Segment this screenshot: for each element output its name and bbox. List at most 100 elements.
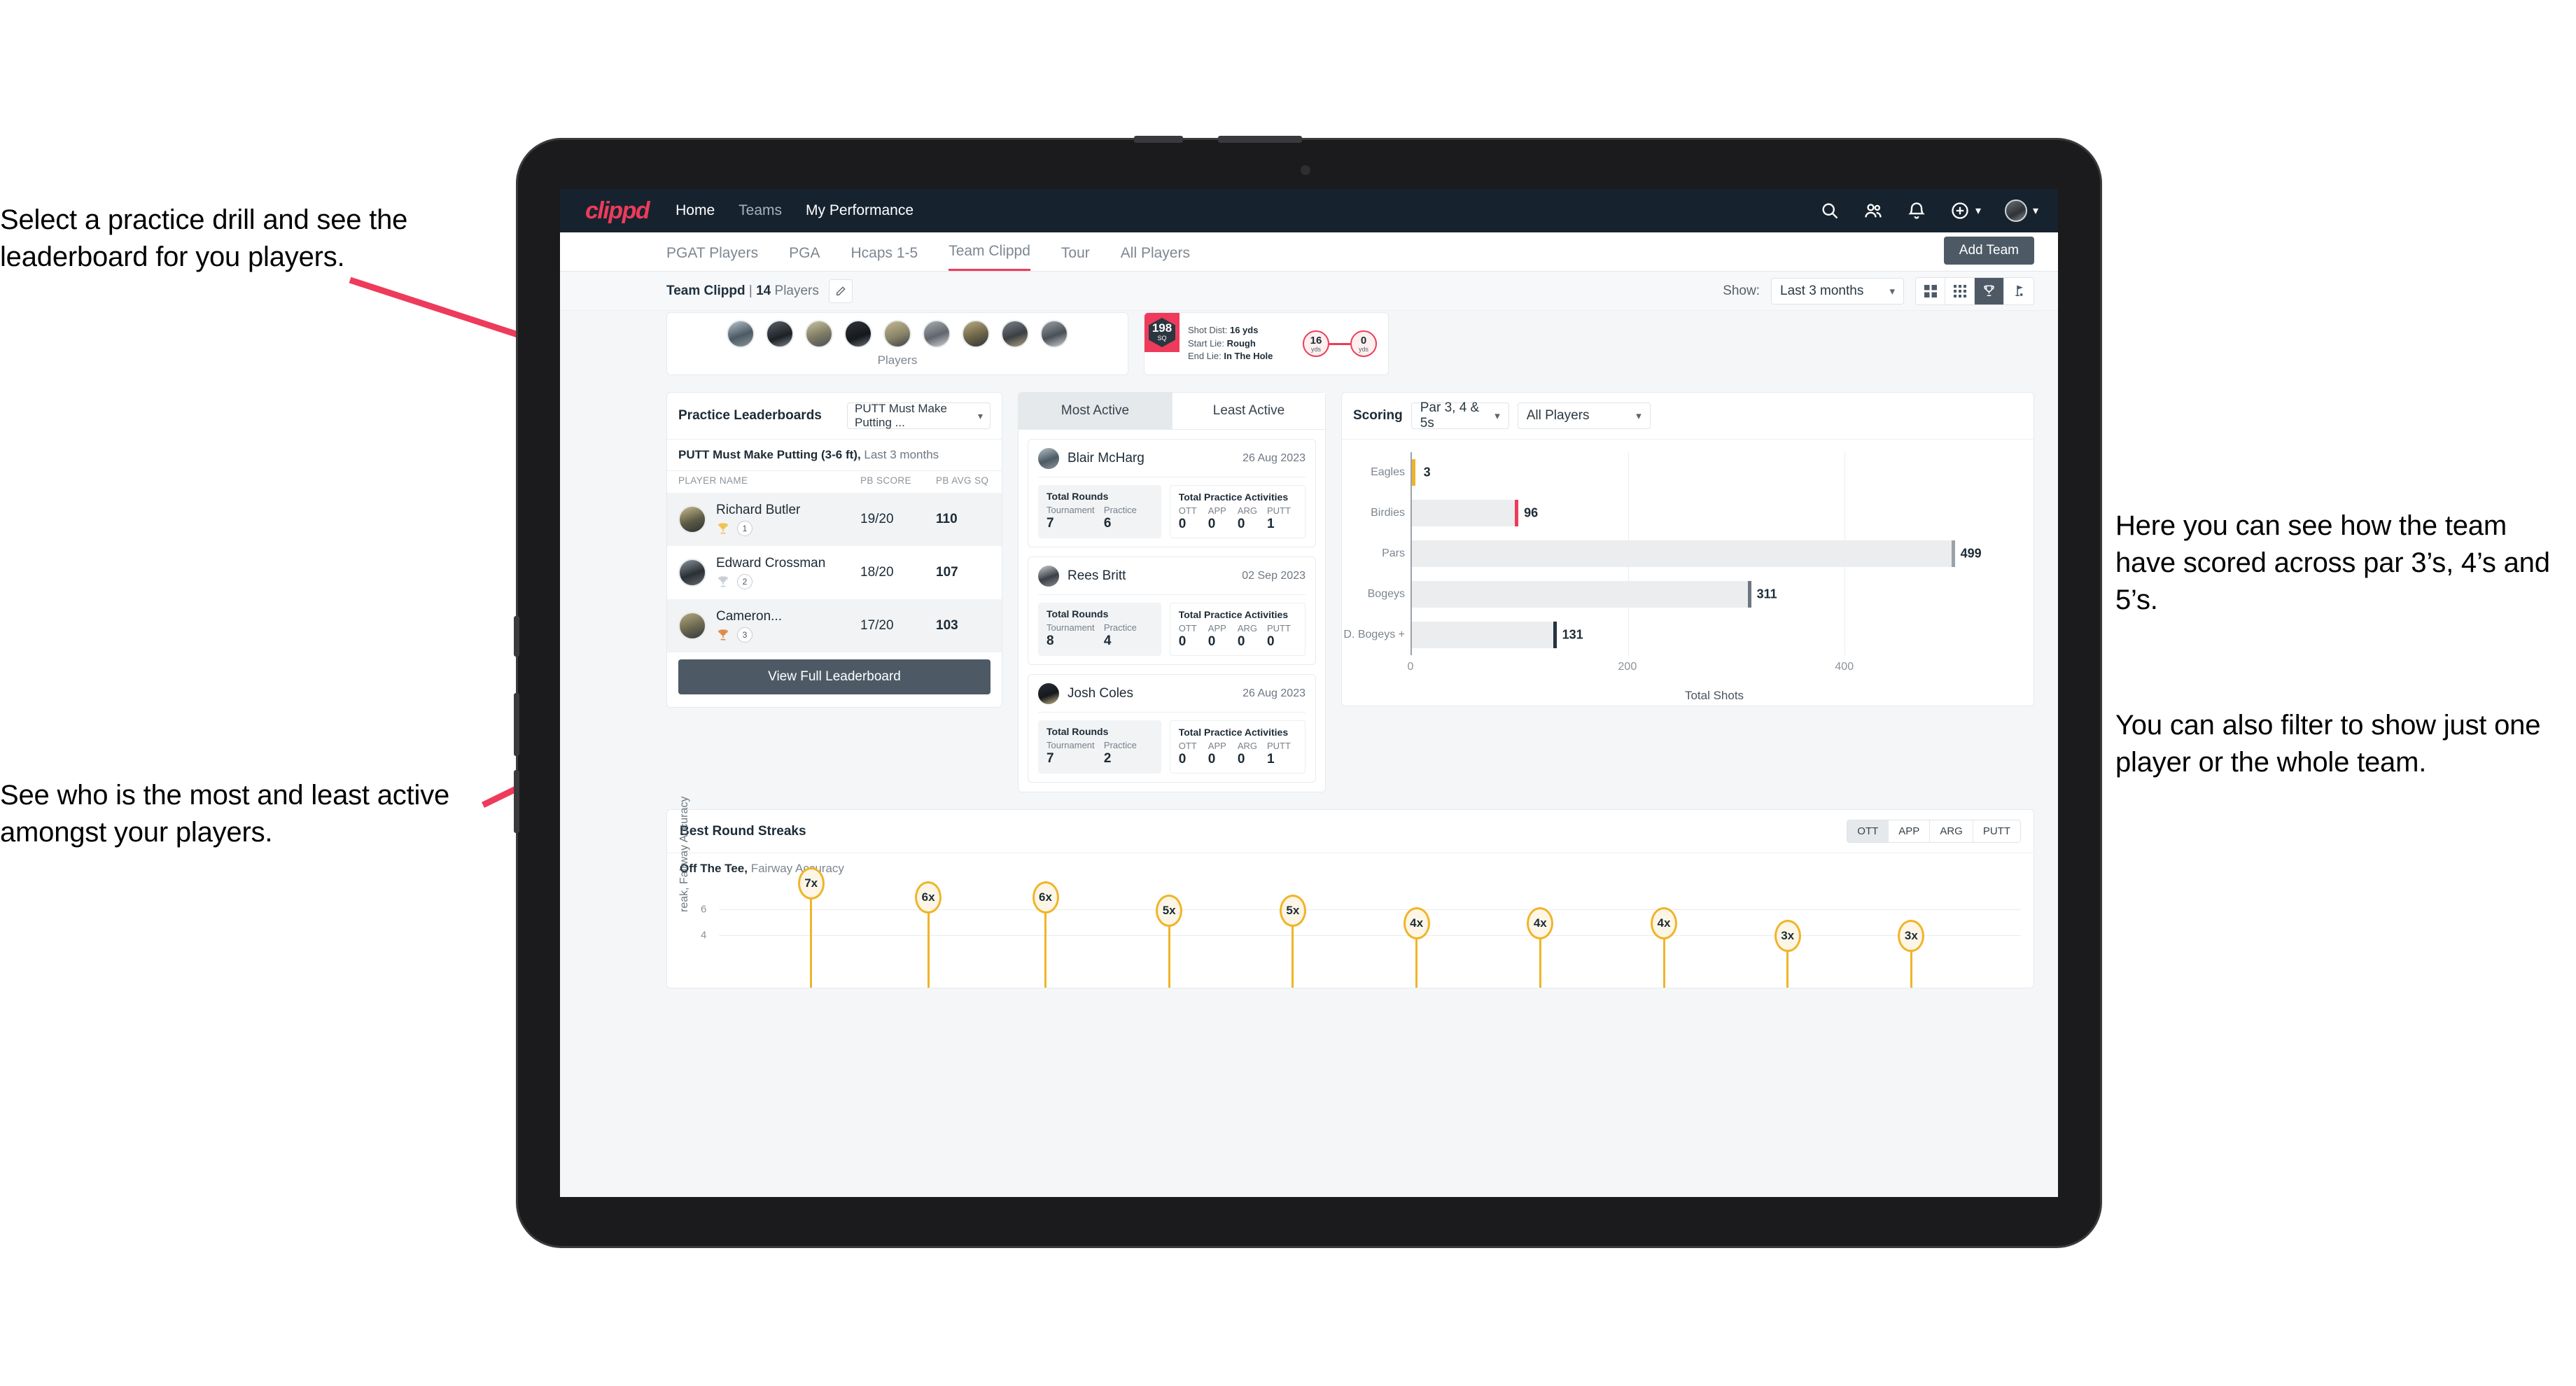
players-avatar-row bbox=[680, 320, 1115, 348]
tab-pga[interactable]: PGA bbox=[789, 245, 820, 271]
total-activities-title: Total Practice Activities bbox=[1178, 491, 1289, 503]
activity-card[interactable]: Josh Coles 26 Aug 2023 Total Rounds Tour… bbox=[1028, 674, 1316, 783]
lollipop-stem[interactable]: 4x bbox=[1403, 907, 1430, 988]
player-avatar[interactable] bbox=[844, 320, 872, 348]
profile-menu[interactable]: ▾ bbox=[2004, 200, 2038, 222]
lollipop-stem[interactable]: 6x bbox=[915, 881, 942, 988]
player-avatar[interactable] bbox=[883, 320, 911, 348]
tab-team-clippd[interactable]: Team Clippd bbox=[948, 243, 1030, 271]
lollipop-stem[interactable]: 3x bbox=[1774, 920, 1801, 988]
total-activities-title: Total Practice Activities bbox=[1178, 727, 1289, 738]
ytick-4: 4 bbox=[701, 929, 707, 941]
flag-view-button[interactable] bbox=[2004, 277, 2033, 304]
dots-view-button[interactable] bbox=[1945, 277, 1975, 304]
trophy-view-button[interactable] bbox=[1975, 277, 2004, 304]
gridline-6 bbox=[719, 909, 2021, 910]
edit-team-button[interactable] bbox=[828, 279, 853, 303]
player-avatar[interactable] bbox=[1040, 320, 1068, 348]
player-name: Blair McHarg bbox=[1068, 451, 1144, 465]
lollipop-stem[interactable]: 4x bbox=[1527, 907, 1554, 988]
table-row[interactable]: Edward Crossman 2 18/20 107 bbox=[667, 546, 1002, 599]
table-row[interactable]: Richard Butler 1 19/20 110 bbox=[667, 493, 1002, 546]
grid-view-button[interactable] bbox=[1916, 277, 1945, 304]
add-team-button[interactable]: Add Team bbox=[1943, 237, 2034, 265]
lollipop-stem[interactable]: 5x bbox=[1156, 895, 1183, 988]
people-icon[interactable] bbox=[1863, 201, 1883, 220]
tab-pgat-players[interactable]: PGAT Players bbox=[666, 245, 758, 271]
lollipop-stem[interactable]: 4x bbox=[1651, 907, 1677, 988]
pb-score-value: 17/20 bbox=[860, 618, 894, 633]
view-full-leaderboard-button[interactable]: View Full Leaderboard bbox=[678, 659, 990, 694]
tab-all-players[interactable]: All Players bbox=[1121, 245, 1190, 271]
nav-link-teams[interactable]: Teams bbox=[738, 202, 782, 219]
value-ott: 0 bbox=[1178, 752, 1186, 766]
team-player-count: 14 bbox=[756, 283, 771, 298]
bar-group-pars: Pars 499 bbox=[1382, 533, 2018, 574]
player-avatar[interactable] bbox=[923, 320, 951, 348]
player-avatar[interactable] bbox=[727, 320, 755, 348]
tablet-side-button-3 bbox=[514, 770, 519, 833]
plus-circle-icon[interactable] bbox=[1950, 201, 1970, 220]
start-distance-unit: yds bbox=[1310, 345, 1321, 353]
toggle-ott[interactable]: OTT bbox=[1847, 820, 1889, 842]
toggle-arg[interactable]: ARG bbox=[1930, 820, 1973, 842]
toggle-putt[interactable]: PUTT bbox=[1973, 820, 2020, 842]
tablet-side-button-2 bbox=[514, 693, 519, 756]
toolbar-right: Show: Last 3 months ▾ bbox=[1723, 276, 2034, 305]
player-name: Richard Butler bbox=[716, 503, 801, 517]
total-rounds-values: 7 2 bbox=[1046, 751, 1153, 766]
screenshot-stage: Select a practice drill and see the lead… bbox=[0, 0, 2576, 1386]
drill-select[interactable]: PUTT Must Make Putting ... ▾ bbox=[847, 402, 990, 429]
players-caption: Players bbox=[877, 354, 918, 367]
activity-card[interactable]: Blair McHarg 26 Aug 2023 Total Rounds To… bbox=[1028, 439, 1316, 547]
nav-link-my-performance[interactable]: My Performance bbox=[806, 202, 913, 219]
player-avatar[interactable] bbox=[766, 320, 794, 348]
activity-card-header: Josh Coles 26 Aug 2023 bbox=[1038, 683, 1306, 704]
tab-least-active[interactable]: Least Active bbox=[1172, 393, 1325, 429]
tab-hcaps-1-5[interactable]: Hcaps 1-5 bbox=[850, 245, 918, 271]
activity-stats: Total Rounds Tournament Practice 7 6 Tot… bbox=[1038, 485, 1306, 538]
scoring-panel: Scoring Par 3, 4 & 5s ▾ All Players ▾ Ea… bbox=[1341, 392, 2034, 706]
lollipop-stem[interactable]: 6x bbox=[1032, 881, 1059, 988]
value-arg: 0 bbox=[1237, 752, 1245, 766]
avatar[interactable] bbox=[2004, 200, 2027, 222]
lollipop-stem[interactable]: 3x bbox=[1898, 920, 1925, 988]
bar-label-bogeys: Bogeys bbox=[1367, 588, 1405, 600]
lollipop-value: 4x bbox=[1527, 907, 1554, 939]
player-avatar[interactable] bbox=[962, 320, 990, 348]
add-menu[interactable]: ▾ bbox=[1950, 201, 1981, 220]
label-tournament: Tournament bbox=[1046, 505, 1095, 515]
par-filter-value: Par 3, 4 & 5s bbox=[1420, 400, 1480, 430]
date-range-select[interactable]: Last 3 months ▾ bbox=[1771, 277, 1904, 304]
bar-value-birdies: 96 bbox=[1524, 505, 1539, 520]
player-filter-select[interactable]: All Players ▾ bbox=[1517, 402, 1651, 429]
tab-tour[interactable]: Tour bbox=[1061, 245, 1090, 271]
table-row[interactable]: Cameron... 3 17/20 103 bbox=[667, 599, 1002, 652]
total-rounds-box: Total Rounds Tournament Practice 7 6 bbox=[1038, 485, 1161, 538]
trophy-icon bbox=[718, 523, 728, 534]
nav-link-home[interactable]: Home bbox=[676, 202, 715, 219]
tab-most-active[interactable]: Most Active bbox=[1018, 393, 1172, 429]
activity-date: 26 Aug 2023 bbox=[1242, 687, 1306, 699]
xtick-400: 400 bbox=[1835, 661, 1854, 673]
streaks-plot-area: 6 4 7x 6x 6x 5x 5x 4x 4x 4x 3x 3x bbox=[701, 867, 2021, 988]
start-lie-value: Rough bbox=[1226, 337, 1256, 349]
lollipop-stem[interactable]: 7x bbox=[797, 867, 825, 988]
label-arg: ARG bbox=[1237, 505, 1258, 516]
total-rounds-title: Total Rounds bbox=[1046, 491, 1109, 502]
team-title: Team Clippd | 14 Players bbox=[666, 284, 819, 299]
lollipop-stem[interactable]: 5x bbox=[1279, 895, 1306, 988]
gridline-4 bbox=[719, 935, 2021, 936]
shot-quality-badge: 198 SQ bbox=[1144, 313, 1180, 352]
player-avatar[interactable] bbox=[1001, 320, 1029, 348]
activity-card[interactable]: Rees Britt 02 Sep 2023 Total Rounds Tour… bbox=[1028, 556, 1316, 665]
streaks-y-axis-label: reak, Fairway Accuracy bbox=[678, 796, 690, 912]
bell-icon[interactable] bbox=[1907, 201, 1926, 220]
search-icon[interactable] bbox=[1820, 201, 1840, 220]
par-filter-select[interactable]: Par 3, 4 & 5s ▾ bbox=[1410, 400, 1509, 430]
player-avatar[interactable] bbox=[805, 320, 833, 348]
bar-cap-pars bbox=[1951, 540, 1955, 567]
clippd-logo[interactable]: clippd bbox=[585, 197, 650, 225]
label-arg: ARG bbox=[1237, 623, 1258, 634]
toggle-app[interactable]: APP bbox=[1889, 820, 1931, 842]
